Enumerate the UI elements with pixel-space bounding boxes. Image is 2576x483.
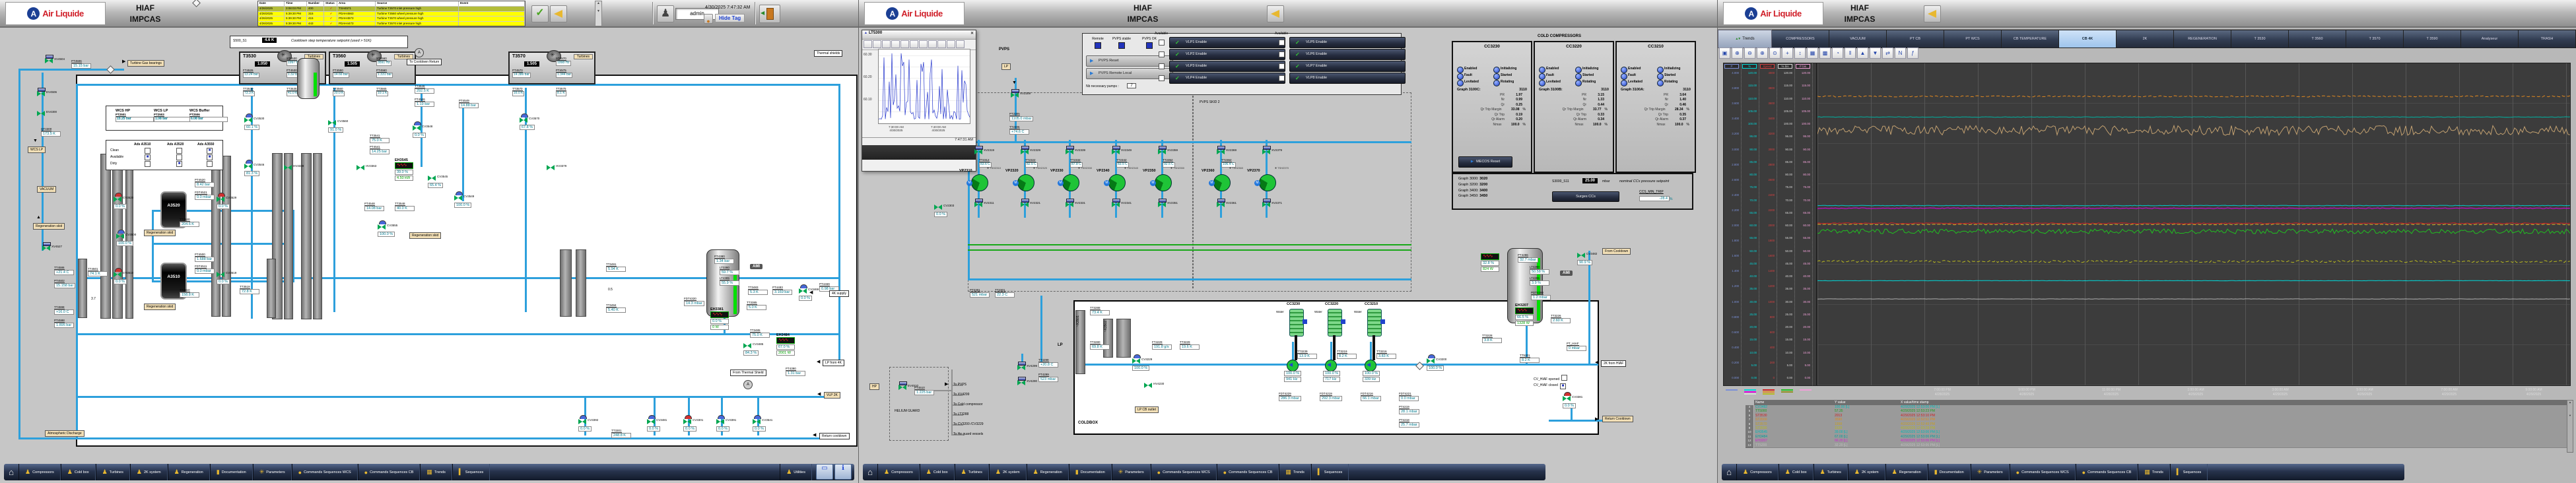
guard-destination: To XV4299: [953, 393, 969, 397]
taskbar-button[interactable]: ▮Documentation: [1069, 464, 1112, 480]
taskbar-button[interactable]: ♟Cold box: [920, 464, 955, 480]
taskbar-icon: ♟: [25, 468, 30, 476]
taskbar-icon: ♟: [174, 468, 180, 476]
taskbar-button[interactable]: ▮Documentation: [210, 464, 253, 480]
utilities-button[interactable]: ♟Utilities: [780, 464, 812, 480]
connector-a: A: [743, 380, 753, 389]
taskbar-button[interactable]: ♟Regeneration: [1027, 464, 1069, 480]
guard-destination: To CV3200 /CV3229: [953, 422, 984, 426]
taskbar-button[interactable]: ▦Trends: [2138, 464, 2169, 480]
info-icon[interactable]: ℹ: [834, 464, 852, 480]
taskbar-button[interactable]: ♟Compressors: [1736, 464, 1779, 480]
screen-trends: A Air Liquide HIAFIMPCAS Trends COMPRESS…: [1718, 0, 2576, 483]
taskbar-button[interactable]: ▮Documentation: [1928, 464, 1971, 480]
taskbar-button[interactable]: ▦Trends: [1279, 464, 1310, 480]
guard-destination: To PVPS: [953, 383, 966, 387]
taskbar-icon: ✳: [259, 468, 265, 476]
home-button[interactable]: ⌂: [4, 467, 18, 477]
triple-monitor-hmi: A Air Liquide HIAFIMPCAS DateTimeNumberS…: [0, 0, 2576, 483]
taskbar-button[interactable]: ▍Sequences: [1311, 464, 1349, 480]
taskbar-button[interactable]: ●Commands Sequences WCS: [292, 464, 358, 480]
taskbar-button[interactable]: ♟Compressors: [18, 464, 61, 480]
taskbar-button[interactable]: ♟2K system: [989, 464, 1027, 480]
taskbar-icon: ▮: [217, 468, 220, 476]
taskbar-icon: ●: [364, 469, 368, 476]
taskbar-button[interactable]: ♟Cold box: [61, 464, 96, 480]
legend-rows: 4CV3482100.00 [L]4/29/2025 12:53:06 PM […: [1718, 0, 2576, 483]
monitor-icon[interactable]: ▭: [816, 464, 833, 480]
taskbar-button[interactable]: ♟Turbines: [955, 464, 989, 480]
connector-a: A: [415, 48, 424, 57]
taskbar-icon: ●: [298, 469, 302, 476]
guard-destination: To He guard vessels: [953, 432, 983, 436]
taskbar-icon: ♟: [67, 468, 73, 476]
taskbar-icon: ▦: [426, 468, 432, 476]
taskbar-button[interactable]: ✳Parameters: [1971, 464, 2010, 480]
taskbar: ⌂ ♟Compressors♟Cold box♟Turbines♟2K syst…: [4, 464, 854, 480]
legend-scrollbar[interactable]: ▲▼: [2567, 400, 2573, 453]
taskbar: ⌂ ♟Compressors♟Cold box♟Turbines♟2K syst…: [1722, 464, 2404, 480]
taskbar-button[interactable]: ●Commands Sequences CB: [1217, 464, 1279, 480]
home-button[interactable]: ⌂: [1722, 467, 1736, 477]
guard-destination: To LT3288: [953, 412, 968, 416]
screen-coldbox: A Air Liquide HIAFIMPCAS DateTimeNumberS…: [0, 0, 858, 483]
taskbar-button[interactable]: ♟2K system: [130, 464, 168, 480]
taskbar-button[interactable]: ♟Compressors: [877, 464, 920, 480]
taskbar-icon: ▍: [459, 468, 463, 476]
taskbar-button[interactable]: ✳Parameters: [1112, 464, 1151, 480]
taskbar-button[interactable]: ▦Trends: [420, 464, 452, 480]
taskbar-button[interactable]: ●Commands Sequences CB: [358, 464, 421, 480]
ami-label: AMI: [750, 264, 763, 269]
taskbar-button[interactable]: ♟Regeneration: [1885, 464, 1928, 480]
taskbar-button[interactable]: ●Commands Sequences WCS: [2010, 464, 2076, 480]
taskbar-button[interactable]: ♟Turbines: [96, 464, 130, 480]
screen-pvps: A Air Liquide HIAFIMPCAS RemotePVPS stab…: [859, 0, 1717, 483]
taskbar-button[interactable]: ♟Turbines: [1813, 464, 1848, 480]
taskbar-button[interactable]: ▍Sequences: [452, 464, 490, 480]
taskbar-icon: ♟: [137, 468, 142, 476]
taskbar-button[interactable]: ♟Regeneration: [168, 464, 210, 480]
taskbar-button[interactable]: ♟Cold box: [1779, 464, 1813, 480]
taskbar-button[interactable]: ♟2K system: [1848, 464, 1885, 480]
legend-row[interactable]: TT520032.20 [L]4/29/2025 12:53:06 PM [L]: [1754, 443, 2571, 448]
guard-destination: To Cold compressor: [953, 402, 982, 406]
taskbar-icon: ♟: [102, 468, 108, 476]
taskbar-button[interactable]: ●Commands Sequences CB: [2076, 464, 2138, 480]
home-button[interactable]: ⌂: [863, 467, 877, 477]
taskbar-button[interactable]: ●Commands Sequences WCS: [1151, 464, 1217, 480]
taskbar: ⌂ ♟Compressors♟Cold box♟Turbines♟2K syst…: [863, 464, 1545, 480]
taskbar-button[interactable]: ▍Sequences: [2170, 464, 2208, 480]
taskbar-button[interactable]: ✳Parameters: [253, 464, 292, 480]
